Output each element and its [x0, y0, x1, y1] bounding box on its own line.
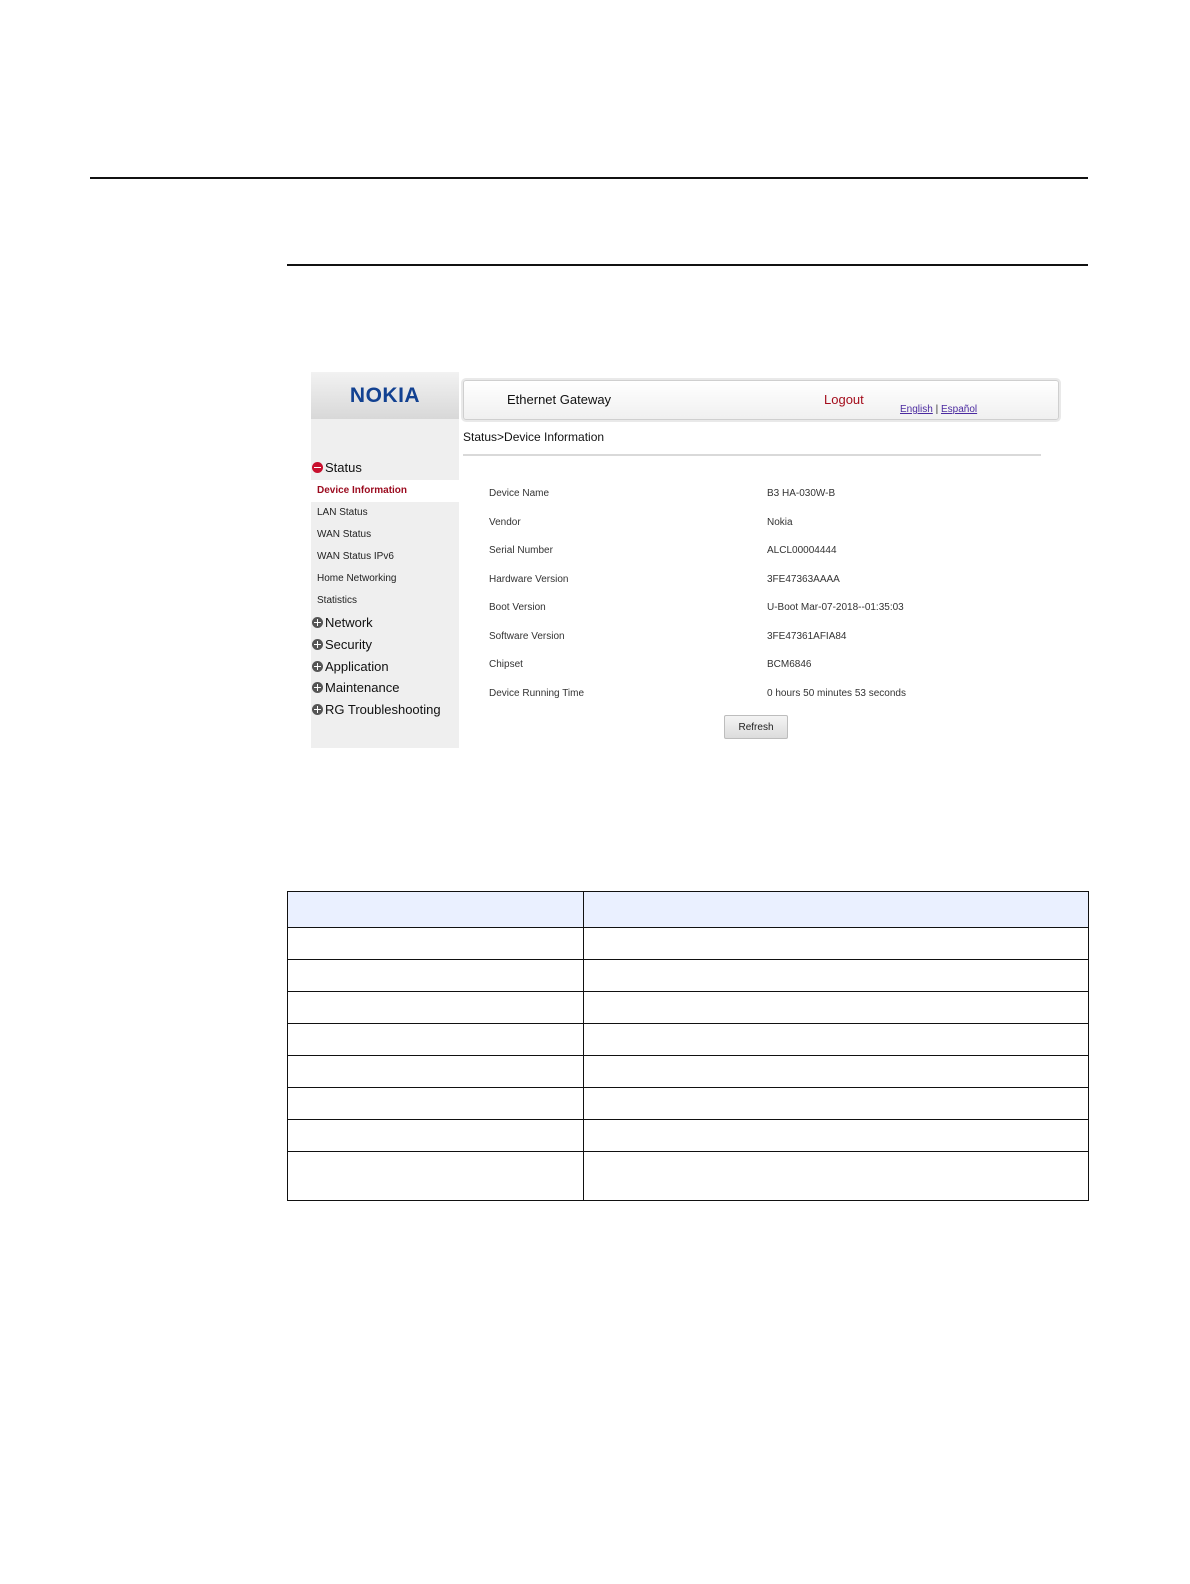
info-value-serial-number: ALCL00004444	[767, 545, 837, 556]
sidebar-group-status[interactable]: Status	[312, 460, 362, 475]
table-cell	[287, 991, 584, 1024]
info-label-vendor: Vendor	[489, 517, 521, 528]
table-row	[287, 927, 1089, 960]
table-cell	[287, 1119, 584, 1152]
table-cell	[287, 927, 584, 960]
table-cell	[583, 1055, 1089, 1088]
info-value-hardware-version: 3FE47363AAAA	[767, 574, 840, 585]
app-title: Ethernet Gateway	[507, 392, 612, 407]
sidebar: NOKIA Status Device Information LAN Stat…	[311, 372, 459, 748]
table-header-cell	[583, 891, 1089, 928]
expand-icon	[312, 682, 323, 693]
sidebar-group-network[interactable]: Network	[312, 615, 373, 630]
expand-icon	[312, 639, 323, 650]
refresh-button[interactable]: Refresh	[724, 715, 788, 739]
sidebar-item-home-networking[interactable]: Home Networking	[311, 568, 459, 590]
expand-icon	[312, 661, 323, 672]
sidebar-group-rg-troubleshooting[interactable]: RG Troubleshooting	[312, 702, 441, 717]
breadcrumb: Status>Device Information	[463, 430, 605, 444]
header-bar: Ethernet Gateway Logout English | Españo…	[463, 380, 1059, 420]
info-label-device-running-time: Device Running Time	[489, 688, 585, 699]
info-label-boot-version: Boot Version	[489, 602, 546, 613]
table-cell	[287, 1087, 584, 1120]
sidebar-item-statistics[interactable]: Statistics	[311, 590, 459, 612]
logout-link[interactable]: Logout	[824, 392, 864, 407]
expand-icon	[312, 617, 323, 628]
collapse-icon	[312, 462, 323, 473]
table-header-cell	[287, 891, 584, 928]
table-row	[287, 1119, 1089, 1152]
sidebar-item-device-information[interactable]: Device Information	[311, 480, 459, 502]
table-row	[287, 1055, 1089, 1088]
info-label-chipset: Chipset	[489, 659, 523, 670]
language-separator: |	[935, 404, 939, 415]
expand-icon	[312, 704, 323, 715]
info-value-chipset: BCM6846	[767, 659, 812, 670]
nokia-logo: NOKIA	[349, 383, 421, 407]
info-value-vendor: Nokia	[767, 517, 793, 528]
logo-box: NOKIA	[311, 372, 459, 419]
sidebar-group-label: Maintenance	[325, 680, 400, 695]
sidebar-item-wan-status-ipv6[interactable]: WAN Status IPv6	[311, 546, 459, 568]
table-row	[287, 959, 1089, 992]
info-value-boot-version: U-Boot Mar-07-2018--01:35:03	[767, 602, 904, 613]
table-cell	[583, 1023, 1089, 1056]
table-row	[287, 1087, 1089, 1120]
table-cell	[583, 1087, 1089, 1120]
table-row	[287, 1023, 1089, 1056]
sidebar-group-label: Status	[325, 460, 362, 475]
table-header-row	[287, 891, 1089, 928]
section-rule	[287, 264, 1088, 266]
table-cell	[583, 959, 1089, 992]
sidebar-group-label: Security	[325, 637, 372, 652]
table-row	[287, 991, 1089, 1024]
table-cell	[287, 1055, 584, 1088]
info-label-serial-number: Serial Number	[489, 545, 553, 556]
info-value-device-name: B3 HA-030W-B	[767, 488, 836, 499]
sidebar-group-label: Network	[325, 615, 373, 630]
table-cell	[583, 991, 1089, 1024]
sidebar-item-wan-status[interactable]: WAN Status	[311, 524, 459, 546]
table-cell	[287, 1023, 584, 1056]
info-label-device-name: Device Name	[489, 488, 550, 499]
language-espanol-link[interactable]: Español	[941, 404, 977, 415]
sidebar-group-security[interactable]: Security	[312, 637, 372, 652]
language-switcher: English | Español	[900, 404, 977, 415]
sidebar-group-maintenance[interactable]: Maintenance	[312, 680, 399, 695]
info-label-hardware-version: Hardware Version	[489, 574, 569, 585]
table-cell	[287, 1151, 584, 1201]
sidebar-group-label: RG Troubleshooting	[325, 702, 441, 717]
info-label-software-version: Software Version	[489, 631, 565, 642]
sidebar-group-label: Application	[325, 659, 389, 674]
info-value-software-version: 3FE47361AFIA84	[767, 631, 847, 642]
description-table	[287, 891, 1089, 1201]
language-english-link[interactable]: English	[900, 404, 933, 415]
gateway-screenshot: NOKIA Status Device Information LAN Stat…	[311, 372, 1063, 748]
sidebar-group-application[interactable]: Application	[312, 659, 389, 674]
info-value-device-running-time: 0 hours 50 minutes 53 seconds	[767, 688, 906, 699]
table-cell	[583, 1119, 1089, 1152]
table-row	[287, 1151, 1089, 1201]
sidebar-item-lan-status[interactable]: LAN Status	[311, 502, 459, 524]
page-rule-top	[90, 177, 1088, 179]
breadcrumb-divider	[463, 454, 1041, 456]
table-cell	[583, 1151, 1089, 1201]
table-cell	[287, 959, 584, 992]
table-cell	[583, 927, 1089, 960]
